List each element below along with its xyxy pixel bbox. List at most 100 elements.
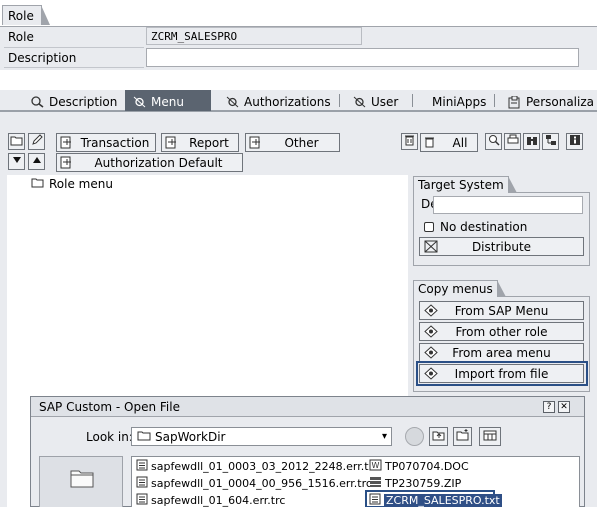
- add-other-button[interactable]: Other: [245, 133, 340, 152]
- move-up-button[interactable]: [28, 153, 45, 170]
- target-system-title-text: Target System: [418, 178, 504, 192]
- distribute-label: Distribute: [471, 239, 532, 254]
- delete-node-button[interactable]: [401, 133, 418, 150]
- pencil-icon: [31, 134, 43, 149]
- new-folder-button[interactable]: [8, 133, 25, 150]
- dialog-title-bar: SAP Custom - Open File: [31, 397, 584, 417]
- tab-user[interactable]: User: [345, 90, 404, 111]
- from-sap-menu-label: From SAP Menu: [454, 303, 549, 318]
- tab-authorizations[interactable]: Authorizations: [218, 90, 337, 111]
- tab-separator: [412, 94, 413, 107]
- back-button[interactable]: [405, 427, 424, 446]
- satellite-icon: [226, 96, 239, 108]
- no-destination-checkbox[interactable]: No destination: [424, 220, 527, 234]
- distribute-button[interactable]: Distribute: [419, 237, 584, 256]
- hierarchy-button[interactable]: [542, 133, 559, 150]
- tab-authorizations-label: Authorizations: [244, 95, 331, 109]
- description-input[interactable]: [146, 48, 579, 67]
- look-in-value: SapWorkDir: [155, 429, 226, 444]
- add-node-icon: [60, 156, 73, 172]
- copy-tree-icon: [424, 304, 438, 320]
- triangle-up-icon: [32, 156, 42, 167]
- add-other-label: Other: [284, 135, 319, 150]
- role-group-title: Role: [2, 5, 50, 25]
- file-list: sapfewdll_01_0003_03_2012_2248.err.trc s…: [131, 456, 580, 507]
- satellite-icon: [353, 96, 366, 108]
- role-value: ZCRM_SALESPRO: [151, 30, 238, 43]
- from-area-menu-label: From area menu: [452, 345, 551, 360]
- tab-menu-label: Menu: [151, 95, 184, 109]
- zip-archive-icon: [369, 476, 382, 491]
- help-button[interactable]: ?: [543, 401, 555, 413]
- from-area-menu-button[interactable]: From area menu: [419, 343, 584, 362]
- magnifier-icon: [488, 134, 500, 149]
- dialog-title: SAP Custom - Open File: [39, 400, 180, 414]
- tree-root-label: Role menu: [49, 177, 113, 191]
- up-folder-button[interactable]: [429, 427, 448, 446]
- from-sap-menu-button[interactable]: From SAP Menu: [419, 301, 584, 320]
- svg-text:W: W: [372, 461, 380, 470]
- from-other-role-label: From other role: [455, 324, 548, 339]
- file-item[interactable]: W TP070704.DOC: [369, 459, 469, 474]
- from-other-role-button[interactable]: From other role: [419, 322, 584, 341]
- folder-icon: [31, 177, 44, 191]
- info-button[interactable]: [566, 133, 583, 150]
- delete-all-button[interactable]: All: [420, 133, 478, 152]
- glasses-icon: [30, 96, 44, 108]
- trash-icon: [424, 136, 435, 151]
- file-item[interactable]: sapfewdll_01_0003_03_2012_2248.err.trc: [136, 459, 379, 474]
- copy-menus-group: Copy menus From SAP Menu From other role…: [413, 280, 590, 392]
- tab-strip: Description Menu Authorizations User Min…: [0, 90, 597, 112]
- add-report-button[interactable]: Report: [161, 133, 239, 152]
- import-from-file-label: Import from file: [454, 366, 549, 381]
- tab-miniapps[interactable]: MiniApps: [424, 90, 492, 111]
- text-file-icon: [136, 476, 148, 491]
- find-button[interactable]: [485, 133, 502, 150]
- add-report-label: Report: [189, 135, 229, 150]
- print-button[interactable]: [504, 133, 521, 150]
- text-file-icon: [136, 493, 148, 507]
- authorization-default-button[interactable]: Authorization Default: [56, 153, 243, 172]
- rename-button[interactable]: [28, 133, 45, 150]
- file-name: TP230759.ZIP: [385, 477, 462, 490]
- copy-menus-title-text: Copy menus: [418, 282, 493, 296]
- file-name: sapfewdll_01_0004_00_956_1516.err.trc: [151, 477, 372, 490]
- list-view-icon: [483, 430, 497, 444]
- add-transaction-button[interactable]: Transaction: [56, 133, 156, 152]
- folder-icon: [137, 430, 151, 444]
- new-folder-dialog-button[interactable]: [453, 427, 472, 446]
- description-label: Description: [8, 51, 77, 65]
- add-node-icon: [165, 136, 178, 152]
- selected-file-item[interactable]: ZCRM_SALESPRO.txt: [369, 493, 502, 507]
- view-menu-button[interactable]: [479, 427, 501, 446]
- file-item[interactable]: sapfewdll_01_604.err.trc: [136, 493, 285, 507]
- role-row-divider: [4, 47, 144, 48]
- delete-all-label: All: [452, 135, 468, 150]
- tab-personalization[interactable]: Personaliza: [500, 90, 597, 111]
- move-down-button[interactable]: [8, 153, 25, 170]
- tab-description[interactable]: Description: [22, 90, 123, 111]
- file-item[interactable]: sapfewdll_01_0004_00_956_1516.err.trc: [136, 476, 372, 491]
- file-item[interactable]: TP230759.ZIP: [369, 476, 461, 491]
- tab-description-label: Description: [49, 95, 118, 109]
- no-destination-label: No destination: [440, 220, 528, 234]
- close-button[interactable]: ✕: [558, 401, 570, 413]
- new-folder-icon: [456, 429, 469, 444]
- copy-tree-icon: [424, 346, 438, 362]
- tab-separator: [494, 94, 495, 107]
- recent-folder-icon[interactable]: [69, 467, 95, 492]
- tab-user-label: User: [371, 95, 399, 109]
- tab-separator: [339, 94, 340, 107]
- satellite-icon: [133, 96, 146, 108]
- close-icon: ✕: [560, 401, 568, 412]
- role-field: ZCRM_SALESPRO: [146, 27, 362, 45]
- binoculars-icon: [526, 134, 538, 149]
- look-in-select[interactable]: SapWorkDir ▾: [131, 427, 392, 446]
- dest-input[interactable]: [433, 196, 583, 214]
- tree-root-node[interactable]: Role menu: [31, 177, 113, 191]
- folder-icon: [10, 135, 23, 149]
- binoculars-button[interactable]: [523, 133, 540, 150]
- import-from-file-button[interactable]: Import from file: [419, 364, 584, 383]
- tab-menu[interactable]: Menu: [125, 90, 211, 111]
- add-transaction-label: Transaction: [80, 135, 150, 150]
